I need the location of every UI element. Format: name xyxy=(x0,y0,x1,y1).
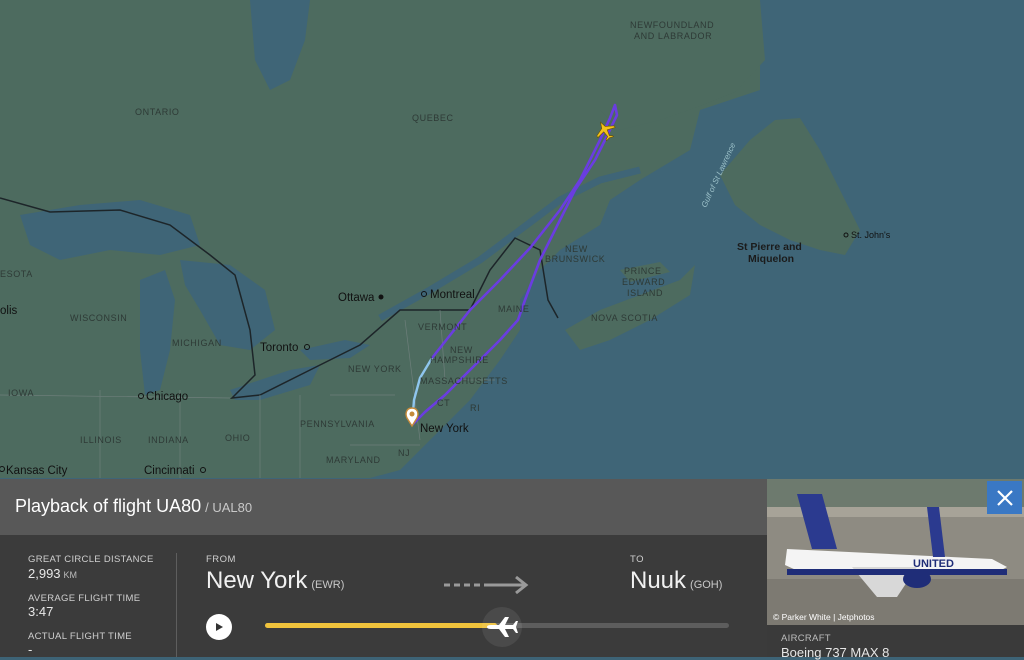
region-label: ISLAND xyxy=(627,288,663,298)
region-label: NEW xyxy=(450,345,473,355)
avg-time-value: 3:47 xyxy=(28,604,54,619)
callsign: / UAL80 xyxy=(205,500,253,515)
to-city: Nuuk (GOH) xyxy=(630,567,722,595)
region-label: AND LABRADOR xyxy=(634,31,712,41)
region-label: VERMONT xyxy=(418,322,467,332)
region-label: OHIO xyxy=(225,433,250,443)
region-label: NEW YORK xyxy=(348,364,402,374)
to-label: TO xyxy=(630,554,645,565)
region-label: CT xyxy=(437,398,450,408)
play-button[interactable] xyxy=(206,614,232,640)
region-label: EDWARD xyxy=(622,277,665,287)
distance-value: 2,993 KM xyxy=(28,566,77,581)
region-label: WISCONSIN xyxy=(70,313,127,323)
city-label[interactable]: Ottawa xyxy=(338,292,375,304)
livery-text: UNITED xyxy=(913,558,954,570)
region-label: NEWFOUNDLAND xyxy=(630,20,714,30)
to-city-name: Nuuk xyxy=(630,567,687,594)
panel-header: Playback of flight UA80/ UAL80 xyxy=(0,479,767,535)
actual-time-label: ACTUAL FLIGHT TIME xyxy=(28,631,132,642)
region-label: IOWA xyxy=(8,388,34,398)
distance-unit: KM xyxy=(63,570,78,580)
avg-time-label: AVERAGE FLIGHT TIME xyxy=(28,593,141,604)
from-city: New York (EWR) xyxy=(206,567,344,595)
aircraft-photo: UNITED xyxy=(767,479,1024,625)
panel-body: GREAT CIRCLE DISTANCE 2,993 KM AVERAGE FL… xyxy=(0,535,767,657)
island-label: St Pierre and xyxy=(737,241,802,253)
city-label[interactable]: Kansas City xyxy=(6,465,68,477)
panel-title: Playback of flight UA80/ UAL80 xyxy=(15,496,252,517)
distance-label: GREAT CIRCLE DISTANCE xyxy=(28,554,154,565)
close-icon xyxy=(996,489,1013,506)
region-label: HAMPSHIRE xyxy=(430,355,489,365)
close-button[interactable] xyxy=(987,481,1022,514)
region-label: BRUNSWICK xyxy=(545,254,605,264)
playback-scrubber[interactable] xyxy=(482,607,522,647)
region-label: PENNSYLVANIA xyxy=(300,419,375,429)
city-label[interactable]: Montreal xyxy=(430,289,475,301)
region-label: MICHIGAN xyxy=(172,338,222,348)
city-label[interactable]: olis xyxy=(0,305,18,317)
from-label: FROM xyxy=(206,554,236,565)
aircraft-panel: UNITED © Parker White | Jetphotos AIRCRA… xyxy=(767,479,1024,660)
from-city-name: New York xyxy=(206,567,308,594)
playback-progress xyxy=(265,623,497,628)
plane-icon xyxy=(487,617,518,637)
flight-title: Playback of flight UA80 xyxy=(15,496,202,516)
aircraft-label: AIRCRAFT xyxy=(781,633,831,644)
region-label: MASSACHUSETTS xyxy=(420,376,508,386)
aircraft-value: Boeing 737 MAX 8 xyxy=(781,645,890,660)
playback-panel: Playback of flight UA80/ UAL80 GREAT CIR… xyxy=(0,479,767,657)
region-label: PRINCE xyxy=(624,266,662,276)
distance-number: 2,993 xyxy=(28,566,61,581)
actual-time-value: - xyxy=(28,642,33,657)
region-label: MAINE xyxy=(498,304,530,314)
region-label: RI xyxy=(470,403,480,413)
region-label: NOVA SCOTIA xyxy=(591,313,658,323)
city-label[interactable]: Cincinnati xyxy=(144,465,195,477)
city-label[interactable]: Toronto xyxy=(260,342,298,354)
city-label[interactable]: St. John's xyxy=(851,230,891,240)
city-label[interactable]: Chicago xyxy=(146,391,188,403)
region-label: NEW xyxy=(565,244,588,254)
to-code: (GOH) xyxy=(690,579,723,591)
island-label: Miquelon xyxy=(748,253,794,265)
region-label: NJ xyxy=(398,448,410,458)
from-code: (EWR) xyxy=(311,579,345,591)
region-label: ESOTA xyxy=(0,269,33,279)
region-label: MARYLAND xyxy=(326,455,381,465)
play-icon xyxy=(216,623,223,631)
region-label: INDIANA xyxy=(148,435,189,445)
divider xyxy=(176,553,177,657)
region-label: ILLINOIS xyxy=(80,435,122,445)
photo-credit: © Parker White | Jetphotos xyxy=(773,612,875,622)
region-label: ONTARIO xyxy=(135,107,180,117)
arrow-right-icon xyxy=(444,575,529,595)
city-label[interactable]: New York xyxy=(420,423,469,435)
region-label: QUEBEC xyxy=(412,113,454,123)
